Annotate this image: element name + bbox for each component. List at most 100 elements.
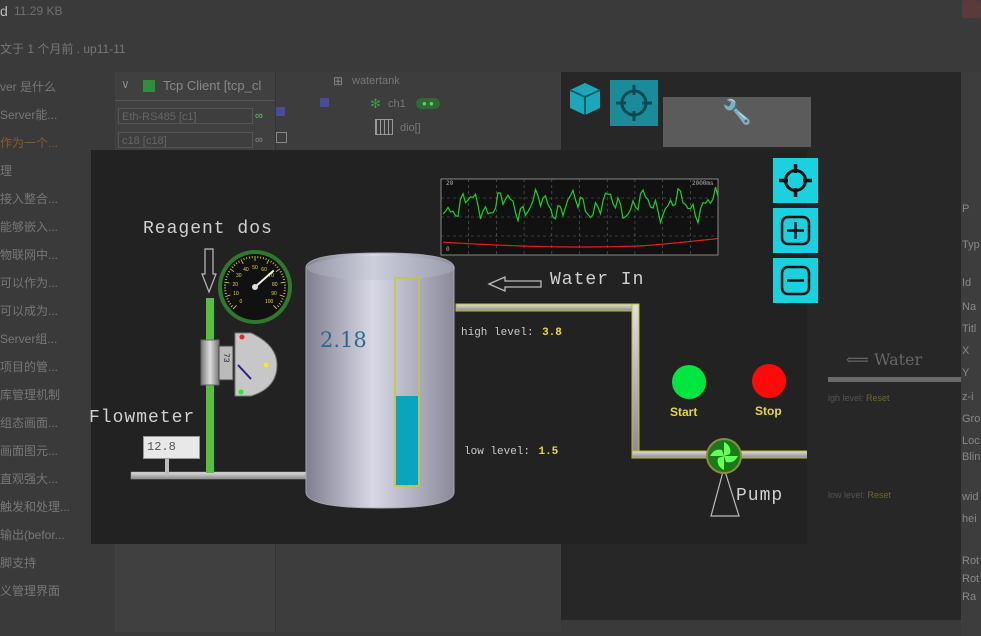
doc-list-item[interactable]: 能够嵌入... (0, 218, 58, 235)
locate-button[interactable] (773, 158, 818, 203)
link-icon: ∞ (255, 134, 263, 146)
property-label: Na (962, 301, 977, 313)
gauge-tick-label: 0 (239, 299, 242, 305)
trend-max-label: 20 (446, 180, 454, 187)
channel-input[interactable]: c18 [c18] (118, 132, 253, 148)
gauge-tick-label: 40 (243, 267, 249, 273)
hmi-canvas[interactable]: 0 10 20 30 40 50 60 70 80 90 100 Reagent… (89, 150, 807, 544)
doc-list-item[interactable]: 直观强大... (0, 470, 58, 487)
gauge-tick-label: 30 (236, 273, 242, 279)
doc-list-item[interactable]: 组态画面... (0, 414, 58, 431)
table-icon (375, 119, 393, 135)
trend-min-label: 0 (446, 246, 450, 253)
doc-list-item[interactable]: 接入整合... (0, 190, 58, 207)
tree-root[interactable]: watertank (352, 75, 400, 87)
file-size: 11.29 KB (14, 4, 63, 18)
doc-list-item[interactable]: 触发和处理... (0, 498, 70, 515)
target-tool-button[interactable] (610, 80, 658, 126)
cube-icon[interactable] (566, 80, 604, 118)
tab-tcp-client[interactable]: ∨ Tcp Client [tcp_cl (115, 72, 275, 101)
doc-list-item[interactable]: 项目的管... (0, 358, 58, 375)
flowmeter-display: 12.8 (143, 436, 200, 459)
zoom-in-icon (780, 215, 811, 246)
tree-leaf[interactable]: dio[] (400, 122, 421, 134)
zoom-out-icon (780, 265, 811, 296)
gauge-tick-label: 10 (233, 291, 239, 297)
pump-label: Pump (736, 486, 784, 506)
property-label: Loc (962, 435, 980, 447)
gauge-tick-label: 50 (252, 265, 258, 271)
gauge-tick (245, 257, 248, 260)
tab-status-icon (143, 80, 155, 92)
start-button[interactable] (670, 363, 708, 401)
tree-node-icon (320, 98, 329, 107)
property-label: X (962, 345, 970, 357)
crosshair-icon (779, 164, 812, 197)
gauge-tick-label: 80 (272, 282, 278, 288)
gauge-tick-label: 20 (232, 282, 238, 288)
tree-node-icon (276, 107, 285, 116)
zoom-out-button[interactable] (773, 258, 818, 303)
doc-list-item[interactable]: 输出(befor... (0, 526, 65, 543)
left-doc-list: ver 是什么 Server能... 作为一个... 理接入整合... 能够嵌入... 物… (0, 78, 88, 598)
chevron-down-icon: ∨ (121, 77, 130, 91)
link-icon: ∞ (255, 110, 263, 122)
doc-list-item[interactable]: Server组... (0, 330, 57, 347)
stop-label: Stop (755, 404, 782, 418)
gauge-tick-label: 90 (271, 291, 277, 297)
tree-checkbox[interactable] (276, 132, 287, 143)
gauge-tick-label: 60 (261, 267, 267, 273)
flowmeter-label: Flowmeter (89, 408, 196, 428)
device-input[interactable]: Eth-RS485 [c1] (118, 108, 253, 124)
top-right-avatar[interactable] (962, 0, 981, 18)
property-labels: P Typ Id Na Titl X Yz-i Gro Loc Blin wid hei Rot Rot R… (962, 195, 981, 615)
property-label: hei (962, 513, 977, 525)
tank-level-value: 2.18 (320, 328, 367, 352)
trend-span-label: 2000ms (692, 180, 714, 187)
water-in-label: Water In (550, 270, 645, 290)
property-label: z-i (962, 391, 974, 403)
tree-channel[interactable]: ch1 (388, 98, 406, 110)
wrench-icon[interactable]: 🔧 (722, 98, 752, 127)
doc-list-item[interactable]: 理 (0, 162, 12, 179)
doc-list-item[interactable]: Server能... (0, 106, 57, 123)
reagent-title: Reagent dos (143, 219, 273, 239)
ghost-water-label: ⟸ Water (846, 350, 923, 369)
low-level-value: 1.5 (538, 446, 559, 458)
property-label: Blin (962, 451, 981, 463)
ghost-pipe (828, 377, 961, 382)
property-label: Gro (962, 413, 981, 425)
reagent-arrow (201, 248, 217, 294)
doc-list-item[interactable]: 可以作为... (0, 274, 58, 291)
reagent-meter-value: 73 (221, 353, 230, 363)
stop-button[interactable] (750, 362, 788, 400)
property-label: Typ (962, 239, 980, 251)
property-label: wid (962, 491, 979, 503)
zoom-in-button[interactable] (773, 208, 818, 253)
doc-list-item[interactable]: 画面图元... (0, 442, 58, 459)
tree-badge: ● ● (416, 98, 440, 109)
trend-chart (440, 178, 719, 256)
high-level-readout: high level: 3.8 (461, 327, 562, 339)
doc-list-item[interactable]: ver 是什么 (0, 78, 56, 95)
doc-list-item[interactable]: 库管理机制 (0, 386, 60, 403)
property-label: Id (962, 277, 972, 289)
doc-list-item[interactable]: 义管理界面 (0, 582, 60, 599)
ghost-low-level: low level: Reset (828, 490, 892, 500)
low-level-readout: low level: 1.5 (464, 446, 559, 458)
high-level-value: 3.8 (542, 327, 562, 339)
tree-root-icon: ⊞ (333, 74, 344, 88)
gear-icon: ✻ (370, 96, 381, 111)
property-label: Rot (962, 573, 980, 585)
doc-list-item[interactable]: 脚支持 (0, 554, 36, 571)
property-label: Rot (962, 555, 980, 567)
doc-list-item[interactable]: 可以成为... (0, 302, 58, 319)
ghost-high-level: igh level: Reset (828, 393, 890, 403)
top-letter: d (0, 3, 8, 19)
property-label: P (962, 203, 970, 215)
tab-title: Tcp Client [tcp_cl (163, 78, 262, 93)
doc-list-item[interactable]: 物联网中... (0, 246, 58, 263)
info-line: 文于 1 个月前 . up11-11 (0, 42, 126, 56)
water-tank (305, 252, 455, 509)
doc-list-item[interactable]: 作为一个... (0, 134, 58, 151)
